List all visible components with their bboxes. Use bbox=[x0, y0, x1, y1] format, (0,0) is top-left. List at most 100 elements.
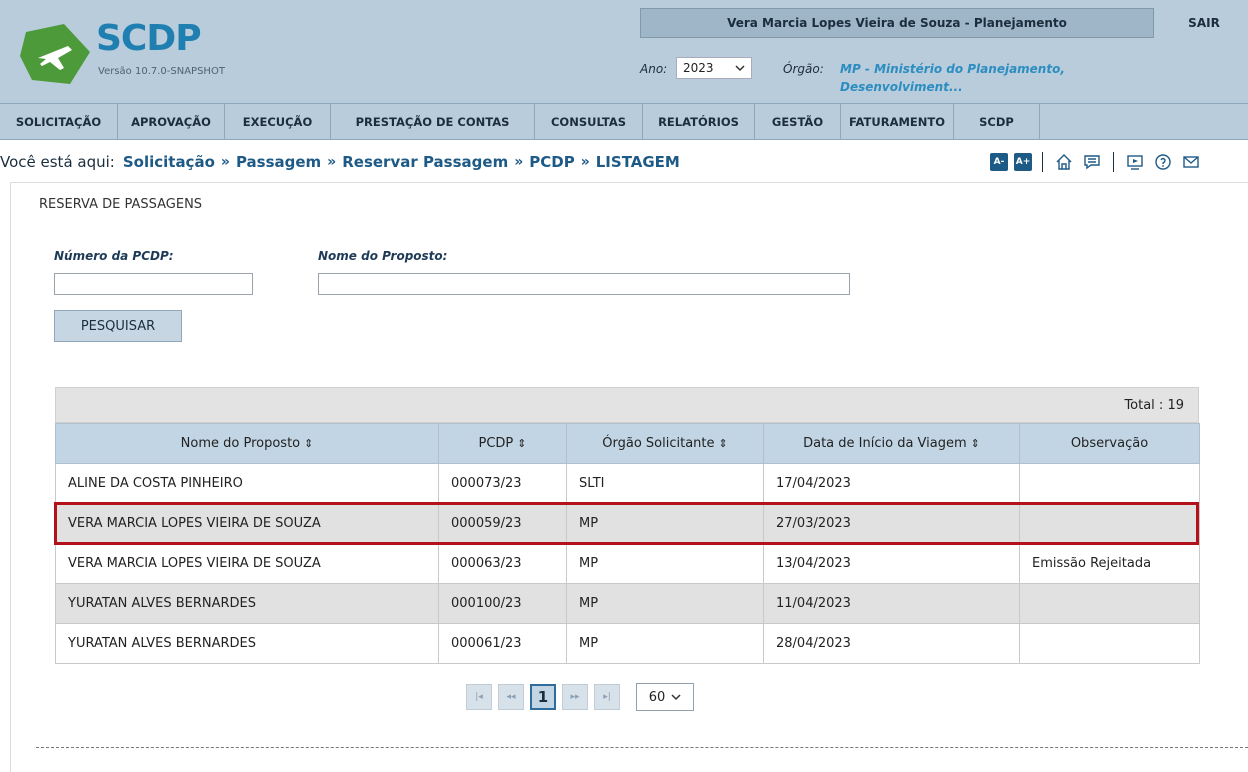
table-row[interactable]: ALINE DA COSTA PINHEIRO 000073/23 SLTI 1… bbox=[55, 463, 1200, 504]
user-name-bar: Vera Marcia Lopes Vieira de Souza - Plan… bbox=[640, 8, 1154, 38]
orgao-label: Órgão: bbox=[783, 62, 824, 76]
cell-observacao[interactable] bbox=[1019, 463, 1200, 504]
breadcrumb-pcdp[interactable]: PCDP bbox=[529, 153, 574, 171]
search-button[interactable]: PESQUISAR bbox=[54, 310, 182, 342]
sort-icon[interactable]: ⇕ bbox=[517, 437, 526, 450]
help-icon[interactable] bbox=[1152, 151, 1174, 173]
font-decrease-button[interactable]: A- bbox=[990, 153, 1008, 171]
proposto-name-input[interactable] bbox=[318, 273, 850, 295]
cell-pcdp[interactable]: 000100/23 bbox=[438, 583, 567, 624]
proposto-name-label: Nome do Proposto: bbox=[318, 249, 448, 263]
cell-observacao[interactable] bbox=[1019, 583, 1200, 624]
pcdp-number-label: Número da PCDP: bbox=[54, 249, 174, 263]
sort-icon[interactable]: ⇕ bbox=[971, 437, 980, 450]
menu-item-prestacao-de-contas[interactable]: PRESTAÇÃO DE CONTAS bbox=[331, 104, 535, 140]
table-header-row: Nome do Proposto ⇕ PCDP ⇕ Órgão Solicitant… bbox=[55, 423, 1200, 464]
cell-data-inicio[interactable]: 28/04/2023 bbox=[763, 623, 1020, 664]
column-header-label: Data de Início da Viagem bbox=[803, 436, 967, 451]
first-page-icon[interactable]: |◂ bbox=[466, 684, 492, 710]
video-icon[interactable] bbox=[1124, 151, 1146, 173]
section-title: RESERVA DE PASSAGENS bbox=[39, 197, 203, 212]
breadcrumb-listagem: LISTAGEM bbox=[595, 153, 680, 171]
results-table-container: Total : 19 Nome do Proposto ⇕ PCDP ⇕ Órgão… bbox=[55, 387, 1200, 664]
cell-pcdp[interactable]: 000061/23 bbox=[438, 623, 567, 664]
ano-select[interactable]: 2023 bbox=[676, 57, 752, 79]
breadcrumb-reservar-passagem[interactable]: Reservar Passagem bbox=[342, 153, 508, 171]
cell-nome-proposto[interactable]: ALINE DA COSTA PINHEIRO bbox=[55, 463, 439, 504]
breadcrumb-separator-icon: » bbox=[514, 154, 524, 170]
column-header-data-inicio[interactable]: Data de Início da Viagem ⇕ bbox=[763, 423, 1020, 464]
cell-orgao[interactable]: MP bbox=[566, 503, 764, 544]
cell-orgao[interactable]: MP bbox=[566, 543, 764, 584]
chevron-down-icon bbox=[671, 694, 681, 701]
table-row[interactable]: YURATAN ALVES BERNARDES 000100/23 MP 11/… bbox=[55, 583, 1200, 624]
sort-icon[interactable]: ⇕ bbox=[719, 437, 728, 450]
toolbar-divider bbox=[1113, 152, 1114, 172]
column-header-orgao-solicitante[interactable]: Órgão Solicitante ⇕ bbox=[566, 423, 764, 464]
total-count: Total : 19 bbox=[55, 387, 1199, 423]
menu-item-relatorios[interactable]: RELATÓRIOS bbox=[643, 104, 755, 140]
sort-icon[interactable]: ⇕ bbox=[304, 437, 313, 450]
breadcrumb-prefix: Você está aqui: bbox=[0, 153, 115, 171]
app-version: Versão 10.7.0-SNAPSHOT bbox=[98, 66, 225, 77]
cell-nome-proposto[interactable]: YURATAN ALVES BERNARDES bbox=[55, 623, 439, 664]
breadcrumb-separator-icon: » bbox=[580, 154, 590, 170]
cell-data-inicio[interactable]: 17/04/2023 bbox=[763, 463, 1020, 504]
cell-observacao[interactable]: Emissão Rejeitada bbox=[1019, 543, 1200, 584]
menu-item-scdp[interactable]: SCDP bbox=[954, 104, 1040, 140]
cell-pcdp[interactable]: 000059/23 bbox=[438, 503, 567, 544]
per-page-select[interactable]: 60 bbox=[636, 683, 694, 711]
cell-orgao[interactable]: MP bbox=[566, 623, 764, 664]
main-menu: SOLICITAÇÃO APROVAÇÃO EXECUÇÃO PRESTAÇÃO… bbox=[0, 104, 1248, 140]
cell-orgao[interactable]: SLTI bbox=[566, 463, 764, 504]
menu-item-faturamento[interactable]: FATURAMENTO bbox=[841, 104, 954, 140]
header: SCDP Versão 10.7.0-SNAPSHOT Vera Marcia … bbox=[0, 0, 1248, 104]
home-icon[interactable] bbox=[1053, 151, 1075, 173]
cell-nome-proposto[interactable]: VERA MARCIA LOPES VIEIRA DE SOUZA bbox=[55, 503, 439, 544]
table-row[interactable]: VERA MARCIA LOPES VIEIRA DE SOUZA 000063… bbox=[55, 543, 1200, 584]
app-logo-title: SCDP bbox=[96, 18, 202, 59]
table-row[interactable]: VERA MARCIA LOPES VIEIRA DE SOUZA 000059… bbox=[55, 503, 1200, 544]
column-header-nome-proposto[interactable]: Nome do Proposto ⇕ bbox=[55, 423, 439, 464]
cell-observacao[interactable] bbox=[1019, 623, 1200, 664]
menu-item-execucao[interactable]: EXECUÇÃO bbox=[225, 104, 331, 140]
cell-pcdp[interactable]: 000063/23 bbox=[438, 543, 567, 584]
footer-divider bbox=[36, 747, 1248, 748]
cell-observacao[interactable] bbox=[1019, 503, 1200, 544]
cell-nome-proposto[interactable]: VERA MARCIA LOPES VIEIRA DE SOUZA bbox=[55, 543, 439, 584]
cell-nome-proposto[interactable]: YURATAN ALVES BERNARDES bbox=[55, 583, 439, 624]
breadcrumb-passagem[interactable]: Passagem bbox=[236, 153, 321, 171]
breadcrumb-separator-icon: » bbox=[327, 154, 337, 170]
cell-data-inicio[interactable]: 27/03/2023 bbox=[763, 503, 1020, 544]
font-increase-button[interactable]: A+ bbox=[1014, 153, 1032, 171]
chevron-down-icon bbox=[735, 65, 745, 72]
pcdp-number-input[interactable] bbox=[54, 273, 253, 295]
current-page-button[interactable]: 1 bbox=[530, 684, 556, 710]
orgao-value-link[interactable]: MP - Ministério do Planejamento, Desenvo… bbox=[840, 60, 1140, 96]
next-page-icon[interactable]: ▸▸ bbox=[562, 684, 588, 710]
column-header-label: Órgão Solicitante bbox=[602, 436, 715, 451]
column-header-observacao: Observação bbox=[1019, 423, 1200, 464]
menu-item-consultas[interactable]: CONSULTAS bbox=[535, 104, 643, 140]
menu-item-aprovacao[interactable]: APROVAÇÃO bbox=[118, 104, 225, 140]
table-row[interactable]: YURATAN ALVES BERNARDES 000061/23 MP 28/… bbox=[55, 623, 1200, 664]
cell-pcdp[interactable]: 000073/23 bbox=[438, 463, 567, 504]
logout-button[interactable]: SAIR bbox=[1160, 8, 1248, 38]
results-table: Nome do Proposto ⇕ PCDP ⇕ Órgão Solicitant… bbox=[55, 423, 1200, 664]
message-icon[interactable] bbox=[1081, 151, 1103, 173]
breadcrumb-solicitacao[interactable]: Solicitação bbox=[123, 153, 215, 171]
previous-page-icon[interactable]: ◂◂ bbox=[498, 684, 524, 710]
cell-orgao[interactable]: MP bbox=[566, 583, 764, 624]
per-page-value: 60 bbox=[648, 689, 666, 705]
menu-item-solicitacao[interactable]: SOLICITAÇÃO bbox=[0, 104, 118, 140]
cell-data-inicio[interactable]: 13/04/2023 bbox=[763, 543, 1020, 584]
column-header-label: Observação bbox=[1070, 436, 1149, 451]
mail-icon[interactable] bbox=[1180, 151, 1202, 173]
airplane-logo-icon bbox=[20, 24, 90, 84]
cell-data-inicio[interactable]: 11/04/2023 bbox=[763, 583, 1020, 624]
last-page-icon[interactable]: ▸| bbox=[594, 684, 620, 710]
pagination: |◂ ◂◂ 1 ▸▸ ▸| 60 bbox=[466, 683, 694, 711]
column-header-pcdp[interactable]: PCDP ⇕ bbox=[438, 423, 567, 464]
breadcrumb: Você está aqui: Solicitação » Passagem »… bbox=[0, 150, 680, 174]
menu-item-gestao[interactable]: GESTÃO bbox=[755, 104, 841, 140]
